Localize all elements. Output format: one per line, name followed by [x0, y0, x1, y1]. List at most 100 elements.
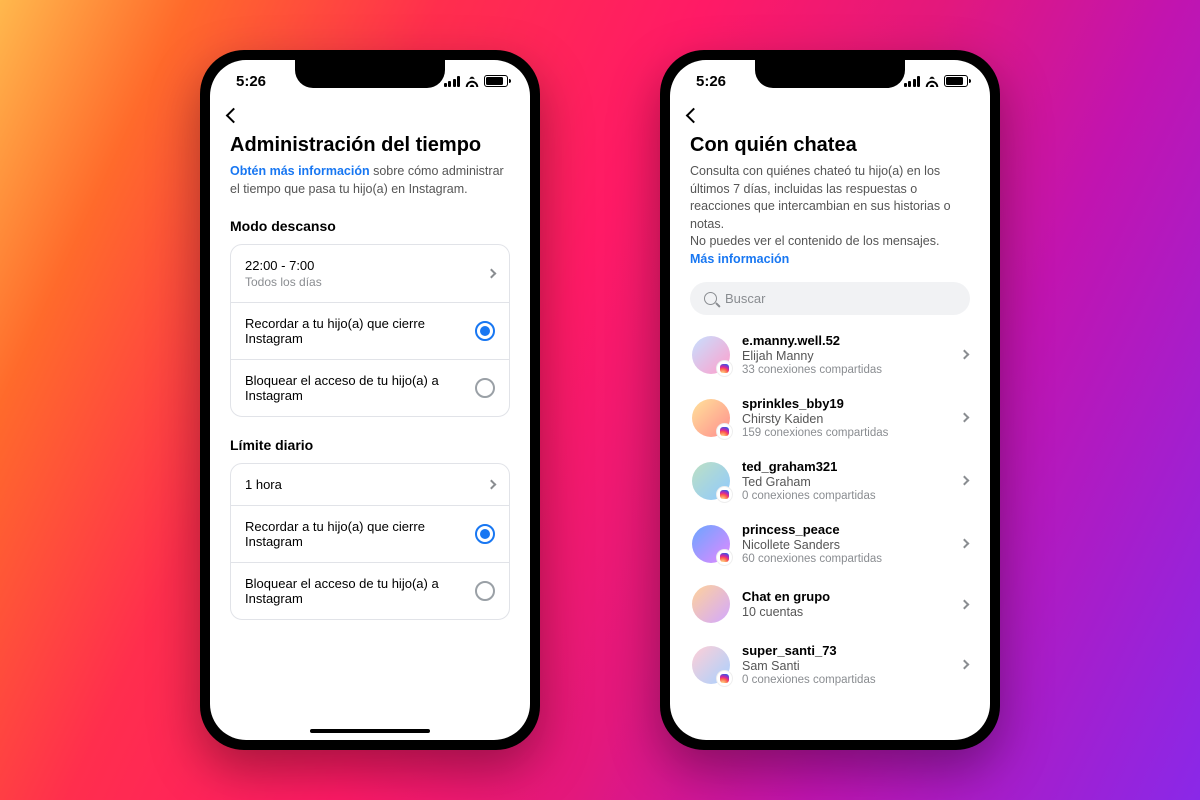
phone-left: 5:26 Administración del tiempo Obtén más…	[200, 50, 540, 750]
avatar	[692, 585, 730, 623]
contact-row[interactable]: sprinkles_bby19Chirsty Kaiden159 conexio…	[690, 386, 970, 449]
contact-username: Chat en grupo	[742, 589, 949, 604]
sleep-option-block[interactable]: Bloquear el acceso de tu hijo(a) a Insta…	[231, 360, 509, 416]
contact-username: super_santi_73	[742, 643, 949, 658]
contact-list: e.manny.well.52Elijah Manny33 conexiones…	[690, 323, 970, 696]
contact-sub: 33 conexiones compartidas	[742, 364, 949, 376]
page-time-management: Administración del tiempo Obtén más info…	[210, 126, 530, 740]
option-label: Bloquear el acceso de tu hijo(a) a Insta…	[245, 576, 467, 606]
contact-texts: ted_graham321Ted Graham0 conexiones comp…	[742, 459, 949, 502]
chevron-right-icon	[960, 476, 970, 486]
sleep-schedule-row[interactable]: 22:00 - 7:00 Todos los días	[231, 245, 509, 303]
chevron-right-icon	[960, 413, 970, 423]
contact-sub: 0 conexiones compartidas	[742, 674, 949, 686]
signal-icon	[444, 76, 461, 87]
limit-option-remind[interactable]: Recordar a tu hijo(a) que cierre Instagr…	[231, 506, 509, 563]
instagram-badge-icon	[717, 424, 732, 439]
sleep-mode-group: 22:00 - 7:00 Todos los días Recordar a t…	[230, 244, 510, 417]
radio-selected-icon	[475, 524, 495, 544]
instagram-badge-icon	[717, 361, 732, 376]
avatar	[692, 646, 730, 684]
search-icon	[704, 292, 717, 305]
subtitle-main: Consulta con quiénes chateó tu hijo(a) e…	[690, 164, 951, 231]
nav-back[interactable]	[210, 102, 530, 126]
chevron-right-icon	[960, 599, 970, 609]
chevron-right-icon	[960, 350, 970, 360]
contact-texts: sprinkles_bby19Chirsty Kaiden159 conexio…	[742, 396, 949, 439]
wifi-icon	[924, 75, 940, 87]
contact-name: Chirsty Kaiden	[742, 412, 949, 426]
page-subtitle: Obtén más información sobre cómo adminis…	[230, 163, 510, 198]
contact-sub: 60 conexiones compartidas	[742, 553, 949, 565]
page-who-chats: Con quién chatea Consulta con quiénes ch…	[670, 126, 990, 740]
contact-name: Nicollete Sanders	[742, 538, 949, 552]
contact-texts: Chat en grupo10 cuentas	[742, 589, 949, 619]
contact-name: Sam Santi	[742, 659, 949, 673]
contact-row[interactable]: ted_graham321Ted Graham0 conexiones comp…	[690, 449, 970, 512]
daily-limit-row[interactable]: 1 hora	[231, 464, 509, 506]
contact-username: e.manny.well.52	[742, 333, 949, 348]
contact-username: sprinkles_bby19	[742, 396, 949, 411]
radio-unselected-icon	[475, 581, 495, 601]
daily-limit-group: 1 hora Recordar a tu hijo(a) que cierre …	[230, 463, 510, 620]
contact-username: princess_peace	[742, 522, 949, 537]
battery-icon	[484, 75, 508, 87]
instagram-badge-icon	[717, 550, 732, 565]
subtitle-note: No puedes ver el contenido de los mensaj…	[690, 234, 939, 248]
chevron-right-icon	[487, 480, 497, 490]
contact-row[interactable]: Chat en grupo10 cuentas	[690, 575, 970, 633]
status-time: 5:26	[236, 73, 266, 90]
option-label: Recordar a tu hijo(a) que cierre Instagr…	[245, 316, 467, 346]
avatar	[692, 462, 730, 500]
radio-selected-icon	[475, 321, 495, 341]
limit-value: 1 hora	[245, 477, 480, 492]
notch	[755, 60, 905, 88]
avatar	[692, 525, 730, 563]
contact-texts: e.manny.well.52Elijah Manny33 conexiones…	[742, 333, 949, 376]
contact-row[interactable]: e.manny.well.52Elijah Manny33 conexiones…	[690, 323, 970, 386]
sleep-option-remind[interactable]: Recordar a tu hijo(a) que cierre Instagr…	[231, 303, 509, 360]
wifi-icon	[464, 75, 480, 87]
search-placeholder: Buscar	[725, 291, 765, 306]
contact-name: Ted Graham	[742, 475, 949, 489]
home-indicator[interactable]	[310, 729, 430, 733]
nav-back[interactable]	[670, 102, 990, 126]
limit-option-block[interactable]: Bloquear el acceso de tu hijo(a) a Insta…	[231, 563, 509, 619]
screen-left: 5:26 Administración del tiempo Obtén más…	[210, 60, 530, 740]
notch	[295, 60, 445, 88]
phone-right: 5:26 Con quién chatea Consulta con quién…	[660, 50, 1000, 750]
contact-row[interactable]: princess_peaceNicollete Sanders60 conexi…	[690, 512, 970, 575]
radio-unselected-icon	[475, 378, 495, 398]
signal-icon	[904, 76, 921, 87]
chevron-left-icon	[226, 108, 242, 124]
sleep-sub: Todos los días	[245, 275, 480, 289]
learn-more-link[interactable]: Más información	[690, 252, 789, 266]
avatar	[692, 399, 730, 437]
chevron-right-icon	[487, 269, 497, 279]
contact-sub: 0 conexiones compartidas	[742, 490, 949, 502]
sleep-range: 22:00 - 7:00	[245, 258, 480, 273]
contact-sub: 159 conexiones compartidas	[742, 427, 949, 439]
page-title: Administración del tiempo	[230, 134, 510, 157]
option-label: Bloquear el acceso de tu hijo(a) a Insta…	[245, 373, 467, 403]
section-sleep-mode-label: Modo descanso	[230, 218, 510, 234]
section-daily-limit-label: Límite diario	[230, 437, 510, 453]
status-time: 5:26	[696, 73, 726, 90]
screen-right: 5:26 Con quién chatea Consulta con quién…	[670, 60, 990, 740]
instagram-badge-icon	[717, 671, 732, 686]
contact-texts: princess_peaceNicollete Sanders60 conexi…	[742, 522, 949, 565]
search-input[interactable]: Buscar	[690, 282, 970, 315]
contact-texts: super_santi_73Sam Santi0 conexiones comp…	[742, 643, 949, 686]
contact-name: Elijah Manny	[742, 349, 949, 363]
page-title: Con quién chatea	[690, 134, 970, 157]
contact-row[interactable]: super_santi_73Sam Santi0 conexiones comp…	[690, 633, 970, 696]
chevron-right-icon	[960, 660, 970, 670]
status-icons	[904, 75, 969, 87]
status-icons	[444, 75, 509, 87]
option-label: Recordar a tu hijo(a) que cierre Instagr…	[245, 519, 467, 549]
learn-more-link[interactable]: Obtén más información	[230, 164, 370, 178]
instagram-badge-icon	[717, 487, 732, 502]
battery-icon	[944, 75, 968, 87]
page-subtitle: Consulta con quiénes chateó tu hijo(a) e…	[690, 163, 970, 268]
contact-name: 10 cuentas	[742, 605, 949, 619]
